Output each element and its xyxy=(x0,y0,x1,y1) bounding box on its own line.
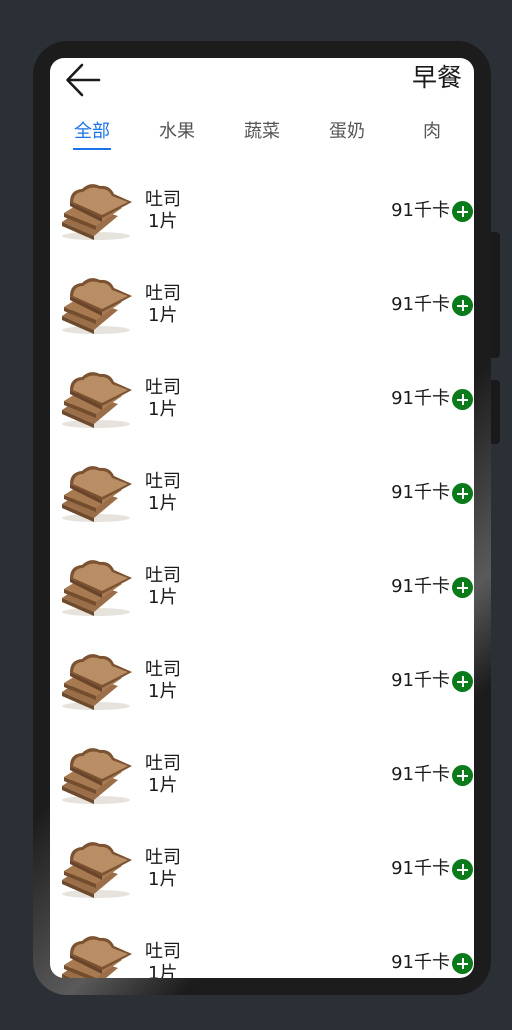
app-screen: 早餐 全部 水果 蔬菜 蛋奶 肉 吐司 1片 91千卡 吐司 1片 91千卡 吐… xyxy=(50,58,474,978)
food-item[interactable]: 吐司 1片 91千卡 xyxy=(50,548,474,642)
food-name: 吐司 xyxy=(145,753,181,774)
arrow-left-icon xyxy=(66,63,101,97)
tab-label: 肉 xyxy=(423,121,441,142)
plus-circle-icon[interactable] xyxy=(452,953,473,974)
food-item[interactable]: 吐司 1片 91千卡 xyxy=(50,736,474,830)
tab-label: 蛋奶 xyxy=(329,121,365,142)
toast-icon xyxy=(62,184,132,240)
plus-circle-icon[interactable] xyxy=(452,389,473,410)
toast-image xyxy=(56,556,140,618)
food-name: 吐司 xyxy=(145,189,181,210)
toast-icon xyxy=(62,936,132,978)
tab-vegetables[interactable]: 蔬菜 xyxy=(232,116,292,148)
toast-image xyxy=(56,368,140,430)
toast-icon xyxy=(62,560,132,616)
food-calories: 91千卡 xyxy=(391,952,450,973)
tab-meat[interactable]: 肉 xyxy=(402,116,462,148)
tab-label: 蔬菜 xyxy=(244,121,280,142)
food-quantity: 1片 xyxy=(148,775,178,796)
toast-image xyxy=(56,462,140,524)
toast-image xyxy=(56,932,140,978)
tab-fruit[interactable]: 水果 xyxy=(147,116,207,148)
volume-button xyxy=(491,232,500,358)
food-quantity: 1片 xyxy=(148,587,178,608)
toast-icon xyxy=(62,372,132,428)
food-name: 吐司 xyxy=(145,471,181,492)
food-quantity: 1片 xyxy=(148,211,178,232)
power-button xyxy=(491,380,500,444)
food-item[interactable]: 吐司 1片 91千卡 xyxy=(50,454,474,548)
page-title: 早餐 xyxy=(411,63,462,92)
food-calories: 91千卡 xyxy=(391,294,450,315)
food-quantity: 1片 xyxy=(148,963,178,978)
tab-label: 全部 xyxy=(74,121,110,142)
food-quantity: 1片 xyxy=(148,869,178,890)
toast-image xyxy=(56,274,140,336)
food-item[interactable]: 吐司 1片 91千卡 xyxy=(50,642,474,736)
plus-circle-icon[interactable] xyxy=(452,201,473,222)
food-item[interactable]: 吐司 1片 91千卡 xyxy=(50,830,474,924)
category-tabs: 全部 水果 蔬菜 蛋奶 肉 xyxy=(50,116,474,152)
food-name: 吐司 xyxy=(145,659,181,680)
food-name: 吐司 xyxy=(145,377,181,398)
food-name: 吐司 xyxy=(145,283,181,304)
back-button[interactable] xyxy=(64,61,102,99)
food-name: 吐司 xyxy=(145,847,181,868)
food-item[interactable]: 吐司 1片 91千卡 xyxy=(50,360,474,454)
food-calories: 91千卡 xyxy=(391,388,450,409)
plus-circle-icon[interactable] xyxy=(452,577,473,598)
plus-circle-icon[interactable] xyxy=(452,859,473,880)
food-calories: 91千卡 xyxy=(391,670,450,691)
food-calories: 91千卡 xyxy=(391,482,450,503)
food-quantity: 1片 xyxy=(148,399,178,420)
active-tab-indicator xyxy=(73,148,111,150)
food-item[interactable]: 吐司 1片 91千卡 xyxy=(50,924,474,978)
plus-circle-icon[interactable] xyxy=(452,765,473,786)
tab-all[interactable]: 全部 xyxy=(62,116,122,150)
food-calories: 91千卡 xyxy=(391,858,450,879)
tab-eggs-dairy[interactable]: 蛋奶 xyxy=(317,116,377,148)
food-name: 吐司 xyxy=(145,565,181,586)
food-quantity: 1片 xyxy=(148,681,178,702)
food-quantity: 1片 xyxy=(148,305,178,326)
toast-icon xyxy=(62,466,132,522)
toast-icon xyxy=(62,748,132,804)
food-name: 吐司 xyxy=(145,941,181,962)
toast-icon xyxy=(62,654,132,710)
food-quantity: 1片 xyxy=(148,493,178,514)
toast-image xyxy=(56,650,140,712)
toast-icon xyxy=(62,278,132,334)
food-item[interactable]: 吐司 1片 91千卡 xyxy=(50,266,474,360)
plus-circle-icon[interactable] xyxy=(452,671,473,692)
plus-circle-icon[interactable] xyxy=(452,483,473,504)
food-calories: 91千卡 xyxy=(391,200,450,221)
food-calories: 91千卡 xyxy=(391,576,450,597)
toast-icon xyxy=(62,842,132,898)
tab-label: 水果 xyxy=(159,121,195,142)
food-item[interactable]: 吐司 1片 91千卡 xyxy=(50,172,474,266)
plus-circle-icon[interactable] xyxy=(452,295,473,316)
toast-image xyxy=(56,180,140,242)
food-calories: 91千卡 xyxy=(391,764,450,785)
header-bar: 早餐 xyxy=(50,58,474,108)
toast-image xyxy=(56,744,140,806)
toast-image xyxy=(56,838,140,900)
